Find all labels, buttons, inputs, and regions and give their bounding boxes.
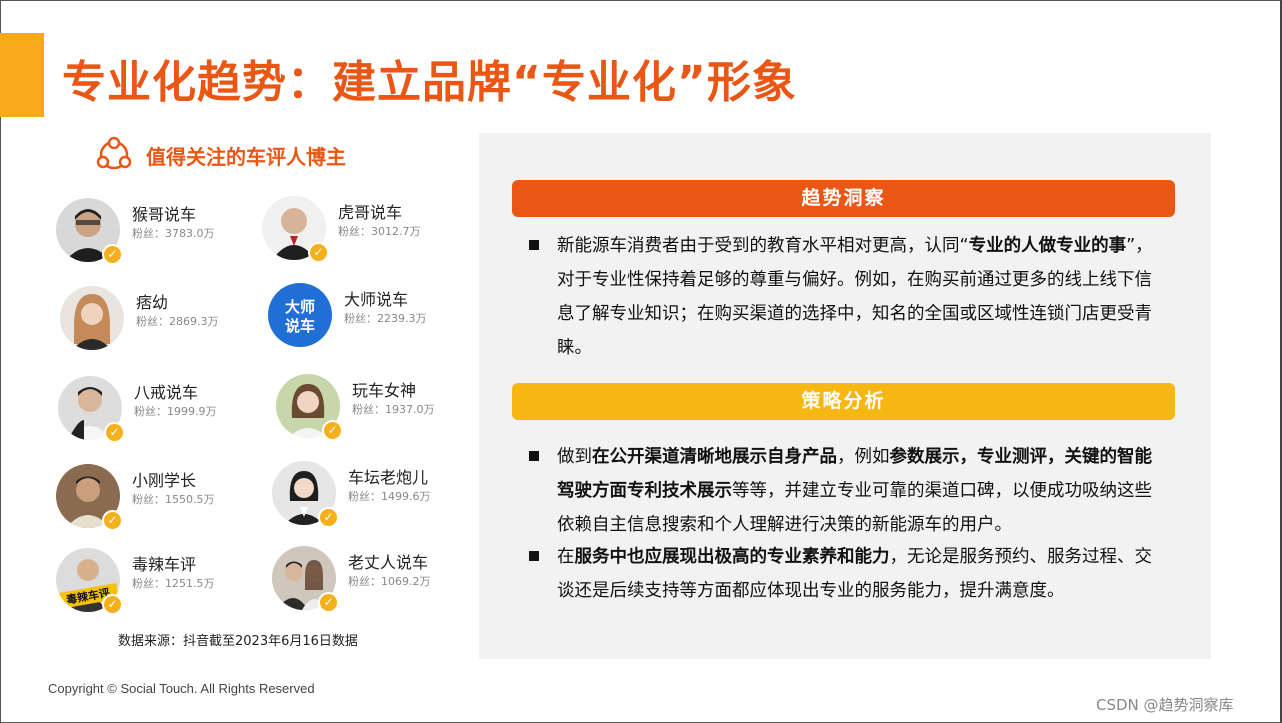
text-run-bold: 在公开渠道清晰地展示自身产品 xyxy=(592,447,837,467)
section-header-strategy-analysis: 策略分析 xyxy=(512,383,1175,420)
blogger-name: 玩车女神 xyxy=(352,381,417,400)
bloggers-heading-text: 值得关注的车评人博主 xyxy=(146,144,346,169)
blogger-item: ✓ 老丈人说车 粉丝：1069.2万 xyxy=(272,546,472,616)
blogger-name: 老丈人说车 xyxy=(348,553,429,572)
bloggers-heading: 值得关注的车评人博主 xyxy=(94,135,346,175)
verified-check-icon: ✓ xyxy=(102,594,123,615)
slide-title: 专业化趋势：建立品牌“专业化”形象 xyxy=(62,57,797,108)
avatar: 大师 说车 xyxy=(268,283,332,347)
copyright-text: Copyright © Social Touch. All Rights Res… xyxy=(48,681,315,696)
blogger-fans: 粉丝：1499.6万 xyxy=(348,490,431,503)
blogger-name: 车坛老炮儿 xyxy=(348,468,429,487)
verified-check-icon: ✓ xyxy=(102,510,123,531)
blogger-name: 虎哥说车 xyxy=(338,203,403,222)
blogger-fans: 粉丝：2239.3万 xyxy=(344,312,427,325)
verified-check-icon: ✓ xyxy=(104,422,125,443)
blogger-fans: 粉丝：1069.2万 xyxy=(348,575,431,588)
blogger-item: ✓ 玩车女神 粉丝：1937.0万 xyxy=(276,374,476,444)
blogger-item: 痞幼 粉丝：2869.3万 xyxy=(60,286,260,356)
blogger-name: 痞幼 xyxy=(136,293,169,312)
text-run: ，例如 xyxy=(837,447,890,467)
insight-panel: 趋势洞察 新能源车消费者由于受到的教育水平相对更高，认同“专业的人做专业的事”，… xyxy=(479,133,1211,659)
blogger-item: 大师 说车 大师说车 粉丝：2239.3万 xyxy=(268,283,468,353)
verified-check-icon: ✓ xyxy=(102,244,123,265)
text-run-bold: 专业的人做专业的事 xyxy=(968,236,1127,256)
blogger-name: 小刚学长 xyxy=(132,471,197,490)
strategy-paragraph-2: 在服务中也应展现出极高的专业素养和能力，无论是服务预约、服务过程、交谈还是后续支… xyxy=(557,540,1169,608)
data-source-note: 数据来源：抖音截至2023年6月16日数据 xyxy=(118,634,358,649)
blogger-fans: 粉丝：1251.5万 xyxy=(132,577,215,590)
community-icon xyxy=(96,136,132,170)
blogger-item: ✓ 虎哥说车 粉丝：3012.7万 xyxy=(262,196,462,266)
blogger-item: ✓ 八戒说车 粉丝：1999.9万 xyxy=(58,376,258,446)
strategy-paragraph-1: 做到在公开渠道清晰地展示自身产品，例如参数展示，专业测评，关键的智能驾驶方面专利… xyxy=(557,440,1169,542)
svg-text:大师: 大师 xyxy=(285,298,315,316)
section-header-trend-insight: 趋势洞察 xyxy=(512,180,1175,217)
bullet-square-icon xyxy=(529,451,539,461)
blogger-fans: 粉丝：2869.3万 xyxy=(136,315,219,328)
blogger-fans: 粉丝：1999.9万 xyxy=(134,405,217,418)
trend-insight-paragraph: 新能源车消费者由于受到的教育水平相对更高，认同“专业的人做专业的事”，对于专业性… xyxy=(557,229,1169,365)
blogger-item: 毒辣车评 ✓ 毒辣车评 粉丝：1251.5万 xyxy=(56,548,256,618)
blogger-fans: 粉丝：1550.5万 xyxy=(132,493,215,506)
blogger-item: ✓ 猴哥说车 粉丝：3783.0万 xyxy=(56,198,256,268)
blogger-item: ✓ 车坛老炮儿 粉丝：1499.6万 xyxy=(272,461,472,531)
verified-check-icon: ✓ xyxy=(318,507,339,528)
blogger-item: ✓ 小刚学长 粉丝：1550.5万 xyxy=(56,464,256,534)
text-run: 做到 xyxy=(557,447,592,467)
bullet-square-icon xyxy=(529,551,539,561)
blogger-fans: 粉丝：3012.7万 xyxy=(338,225,421,238)
title-accent-bar xyxy=(0,33,44,117)
blogger-fans: 粉丝：1937.0万 xyxy=(352,403,435,416)
text-run: 新能源车消费者由于受到的教育水平相对更高，认同“ xyxy=(557,236,969,256)
blogger-fans: 粉丝：3783.0万 xyxy=(132,227,215,240)
blogger-name: 猴哥说车 xyxy=(132,205,197,224)
verified-check-icon: ✓ xyxy=(318,592,339,613)
blogger-name: 毒辣车评 xyxy=(132,555,197,574)
verified-check-icon: ✓ xyxy=(308,242,329,263)
text-run: 在 xyxy=(557,547,575,567)
csdn-watermark: CSDN @趋势洞察库 xyxy=(1096,696,1234,714)
verified-check-icon: ✓ xyxy=(322,420,343,441)
text-run-bold: 服务中也应展现出极高的专业素养和能力 xyxy=(574,547,890,567)
blogger-name: 大师说车 xyxy=(344,290,409,309)
svg-text:说车: 说车 xyxy=(285,317,315,335)
bullet-square-icon xyxy=(529,240,539,250)
avatar xyxy=(60,286,124,350)
blogger-name: 八戒说车 xyxy=(134,383,199,402)
